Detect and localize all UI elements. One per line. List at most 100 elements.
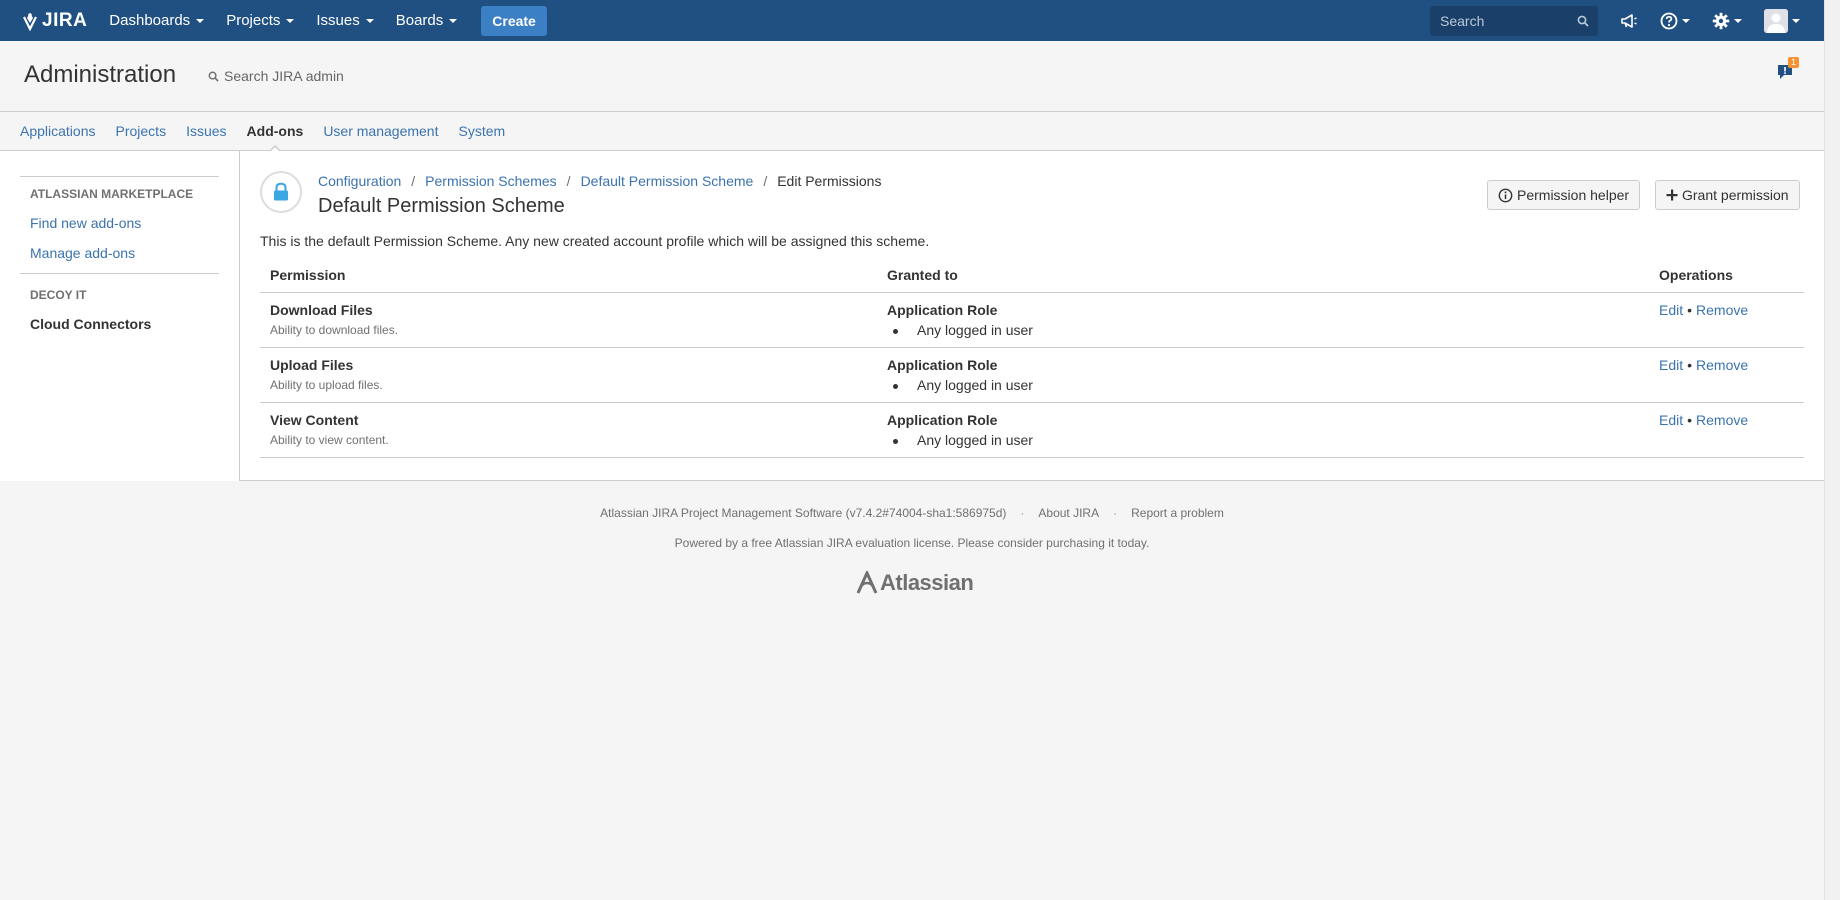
table-row: View Content Ability to view content. Ap… <box>260 403 1804 458</box>
table-row: Download Files Ability to download files… <box>260 293 1804 348</box>
admin-header: Administration Search JIRA admin 1 <box>0 41 1824 112</box>
sidebar-item-cloud-connectors[interactable]: Cloud Connectors <box>0 316 239 332</box>
nav-boards[interactable]: Boards <box>396 12 458 29</box>
grant-item-label: Any logged in user <box>917 432 1033 448</box>
sidebar-section-heading: ATLASSIAN MARKETPLACE <box>30 187 194 201</box>
notifications-button[interactable]: 1 <box>1776 57 1799 84</box>
global-search[interactable] <box>1430 5 1598 36</box>
breadcrumb-permission-schemes[interactable]: Permission Schemes <box>425 173 557 189</box>
settings-menu[interactable] <box>1712 12 1742 30</box>
edit-link[interactable]: Edit <box>1659 412 1683 428</box>
top-navigation-bar: JIRA Dashboards Projects Issues Boards C… <box>0 0 1824 41</box>
project-avatar <box>260 171 302 213</box>
nav-dashboards[interactable]: Dashboards <box>109 12 205 29</box>
grant-permission-button[interactable]: Grant permission <box>1655 180 1800 210</box>
row-operations: Edit • Remove <box>1659 302 1748 318</box>
remove-link[interactable]: Remove <box>1696 357 1748 373</box>
footer-license: Powered by a free Atlassian JIRA evaluat… <box>674 536 1150 550</box>
breadcrumb-separator: / <box>566 173 571 189</box>
user-profile-menu[interactable] <box>1764 8 1800 33</box>
footer-version: Atlassian JIRA Project Management Softwa… <box>600 506 1007 520</box>
edit-link[interactable]: Edit <box>1659 302 1683 318</box>
header-permission: Permission <box>270 267 346 283</box>
permission-description: Ability to download files. <box>270 323 399 337</box>
breadcrumb-separator: / <box>411 173 416 189</box>
bullet-icon <box>893 329 898 334</box>
footer-separator: · <box>1113 506 1118 520</box>
admin-tabs: Applications Projects Issues Add-ons Use… <box>0 112 1824 153</box>
breadcrumb-current: Edit Permissions <box>777 173 882 189</box>
sidebar-item-manage-add-ons[interactable]: Manage add-ons <box>0 245 239 261</box>
table-header-row: Permission Granted to Operations <box>260 255 1804 293</box>
grant-item: Any logged in user <box>893 377 1033 393</box>
whats-new-button[interactable] <box>1620 13 1638 29</box>
report-problem-link[interactable]: Report a problem <box>1131 506 1224 520</box>
scheme-title: Default Permission Scheme <box>318 195 565 217</box>
permissions-table: Permission Granted to Operations Downloa… <box>260 255 1804 458</box>
help-icon <box>1660 12 1678 29</box>
chevron-down-icon <box>1734 18 1742 23</box>
help-menu[interactable] <box>1660 12 1690 30</box>
tab-add-ons[interactable]: Add-ons <box>247 112 303 153</box>
lock-icon <box>274 182 288 201</box>
notification-count-badge: 1 <box>1788 57 1799 68</box>
grant-item: Any logged in user <box>893 432 1033 448</box>
permission-name: Download Files <box>270 302 373 318</box>
permission-helper-button[interactable]: Permission helper <box>1487 180 1641 210</box>
sidebar-item-find-new-add-ons[interactable]: Find new add-ons <box>0 215 239 231</box>
about-jira-link[interactable]: About JIRA <box>1038 506 1099 520</box>
remove-link[interactable]: Remove <box>1696 412 1748 428</box>
breadcrumb-default-permission-scheme[interactable]: Default Permission Scheme <box>581 173 754 189</box>
edit-link[interactable]: Edit <box>1659 357 1683 373</box>
permission-name: View Content <box>270 412 359 428</box>
bullet-icon <box>893 384 898 389</box>
grant-type: Application Role <box>887 302 998 318</box>
nav-issues-label: Issues <box>316 12 360 29</box>
permission-description: Ability to upload files. <box>270 378 383 392</box>
create-button[interactable]: Create <box>481 5 547 36</box>
sidebar-section-heading: DECOY IT <box>30 288 87 302</box>
nav-boards-label: Boards <box>395 12 444 29</box>
tab-projects[interactable]: Projects <box>116 112 167 151</box>
tab-system[interactable]: System <box>458 112 505 151</box>
permission-helper-label: Permission helper <box>1517 187 1630 203</box>
admin-search-placeholder: Search JIRA admin <box>224 68 344 84</box>
plus-icon <box>1666 189 1678 201</box>
sidebar-divider <box>20 273 219 274</box>
breadcrumb: Configuration / Permission Schemes / Def… <box>318 173 881 189</box>
nav-projects[interactable]: Projects <box>226 12 295 29</box>
permission-description: Ability to view content. <box>270 433 389 447</box>
header-operations: Operations <box>1659 267 1733 283</box>
operations-separator: • <box>1687 357 1693 373</box>
breadcrumb-configuration[interactable]: Configuration <box>318 173 401 189</box>
global-search-input[interactable] <box>1440 12 1570 29</box>
atlassian-logo-icon <box>856 571 878 594</box>
atlassian-logo[interactable]: Atlassian <box>856 570 974 596</box>
info-icon <box>1498 188 1513 202</box>
chevron-down-icon <box>365 18 374 23</box>
grant-type: Application Role <box>887 357 998 373</box>
tab-user-management[interactable]: User management <box>323 112 438 151</box>
table-row: Upload Files Ability to upload files. Ap… <box>260 348 1804 403</box>
tab-applications[interactable]: Applications <box>20 112 96 151</box>
permission-name: Upload Files <box>270 357 354 373</box>
megaphone-icon <box>1621 13 1637 28</box>
search-icon <box>1577 15 1589 27</box>
jira-logo[interactable]: JIRA <box>20 10 87 32</box>
nav-dashboards-label: Dashboards <box>109 12 191 29</box>
page-scrollbar[interactable] <box>1824 0 1840 900</box>
grant-item-label: Any logged in user <box>917 322 1033 338</box>
scheme-description: This is the default Permission Scheme. A… <box>260 233 930 249</box>
chevron-down-icon <box>196 18 205 23</box>
remove-link[interactable]: Remove <box>1696 302 1748 318</box>
sidebar-divider <box>20 176 219 177</box>
operations-separator: • <box>1687 412 1693 428</box>
user-icon <box>1764 8 1788 33</box>
chevron-down-icon <box>286 18 295 23</box>
admin-search[interactable]: Search JIRA admin <box>208 68 344 84</box>
nav-issues[interactable]: Issues <box>316 12 374 29</box>
grant-permission-label: Grant permission <box>1682 187 1789 203</box>
search-icon <box>208 71 219 82</box>
tab-issues[interactable]: Issues <box>186 112 226 151</box>
chevron-down-icon <box>1682 18 1690 23</box>
